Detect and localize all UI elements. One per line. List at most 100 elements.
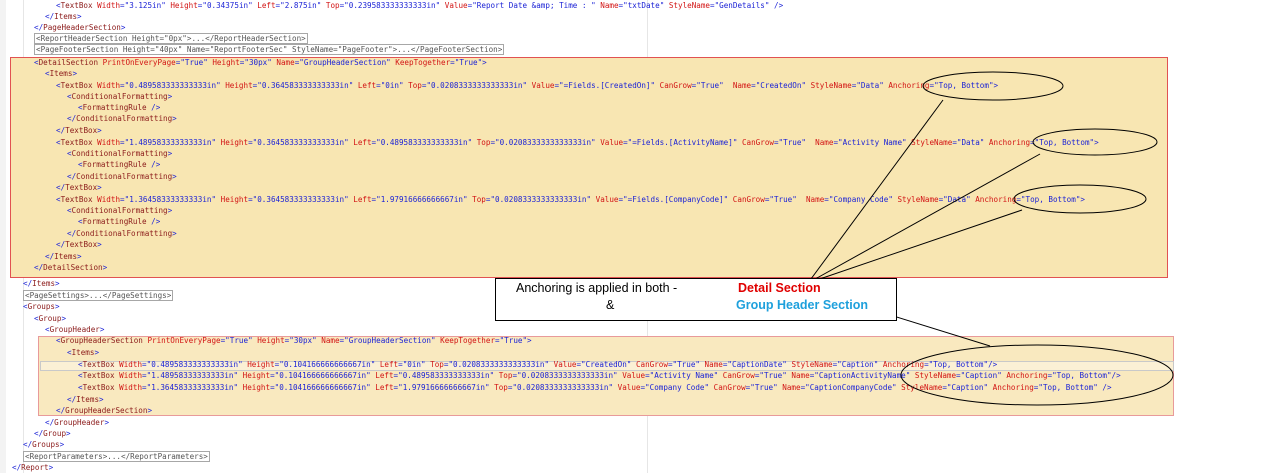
- code-token: 30px: [248, 58, 268, 67]
- code-token: Name: [786, 371, 810, 380]
- collapsed-region[interactable]: <PageSettings>...</PageSettings>: [23, 290, 174, 301]
- code-token: Height: [252, 336, 285, 345]
- editor-gutter: [0, 0, 6, 473]
- collapsed-region[interactable]: <PageFooterSection Height="40px" Name="R…: [34, 44, 505, 55]
- code-token: TextBox: [60, 138, 93, 147]
- code-token: Groups: [27, 302, 56, 311]
- code-token: Report: [21, 463, 49, 472]
- code-line[interactable]: <GroupHeader>: [45, 324, 104, 335]
- code-line[interactable]: </Report>: [12, 462, 53, 473]
- code-line[interactable]: <TextBox Width="1.48958333333333in" Heig…: [56, 137, 1099, 148]
- code-token: TextBox: [65, 126, 98, 135]
- code-token: Caption: [951, 383, 984, 392]
- code-token: ">: [522, 336, 532, 345]
- code-line[interactable]: <ConditionalFormatting>: [67, 205, 172, 216]
- code-token: =": [832, 360, 842, 369]
- code-line[interactable]: <FormattingRule />: [78, 216, 160, 227]
- code-token: 0.489583333333333in: [380, 138, 468, 147]
- code-token: StyleName: [896, 383, 943, 392]
- code-token: >: [172, 229, 177, 238]
- code-token: >: [104, 418, 110, 427]
- code-token: True: [763, 371, 783, 380]
- code-line[interactable]: <ConditionalFormatting>: [67, 148, 172, 159]
- code-token: PrintOnEveryPage: [98, 58, 176, 67]
- code-token: "/>: [1106, 371, 1121, 380]
- code-line[interactable]: <TextBox Width="0.489583333333333in" Hei…: [78, 359, 997, 370]
- code-token: ConditionalFormatting: [71, 92, 168, 101]
- code-line[interactable]: <TextBox Width="1.36458333333333in" Heig…: [56, 194, 1085, 205]
- code-line[interactable]: <FormattingRule />: [78, 159, 160, 170]
- code-line[interactable]: </TextBox>: [56, 239, 102, 250]
- code-line[interactable]: <ConditionalFormatting>: [67, 91, 172, 102]
- code-token: CanGrow: [709, 383, 746, 392]
- code-line[interactable]: <ReportHeaderSection Height="0px">...</R…: [34, 33, 308, 44]
- code-token: Width: [92, 1, 121, 10]
- code-token: =": [667, 360, 678, 369]
- code-line[interactable]: </Group>: [34, 428, 71, 439]
- code-line[interactable]: <PageSettings>...</PageSettings>: [23, 290, 174, 301]
- code-line[interactable]: </TextBox>: [56, 182, 102, 193]
- code-line[interactable]: </GroupHeaderSection>: [56, 405, 152, 416]
- code-token: Top, Bottom: [938, 81, 989, 90]
- code-line[interactable]: <PageFooterSection Height="40px" Name="R…: [34, 44, 505, 55]
- code-token: >: [167, 206, 173, 215]
- code-line[interactable]: </GroupHeader>: [45, 417, 109, 428]
- code-token: Data: [947, 195, 967, 204]
- code-token: 0in: [407, 360, 421, 369]
- code-token: Width: [114, 383, 143, 392]
- code-token: =": [371, 138, 381, 147]
- code-token: Height: [216, 138, 249, 147]
- code-line[interactable]: <TextBox Width="3.125in" Height="0.34375…: [56, 0, 783, 11]
- code-token: Anchoring: [988, 383, 1034, 392]
- code-line[interactable]: <Items>: [67, 347, 99, 358]
- code-token: </: [34, 429, 44, 438]
- code-line[interactable]: <FormattingRule />: [78, 102, 160, 113]
- code-token: =": [248, 138, 258, 147]
- collapsed-region[interactable]: <ReportParameters>...</ReportParameters>: [23, 451, 210, 462]
- code-line[interactable]: </ConditionalFormatting>: [67, 228, 177, 239]
- code-token: Items: [71, 348, 95, 357]
- collapsed-region[interactable]: <ReportHeaderSection Height="0px">...</R…: [34, 33, 308, 44]
- code-token: Top: [472, 138, 491, 147]
- code-line[interactable]: <Group>: [34, 313, 66, 324]
- code-token: </: [45, 418, 55, 427]
- code-token: >: [97, 240, 102, 249]
- code-token: =": [554, 81, 564, 90]
- code-token: =": [284, 336, 294, 345]
- code-line[interactable]: </DetailSection>: [34, 262, 107, 273]
- code-token: =": [294, 58, 304, 67]
- code-token: =": [393, 371, 403, 380]
- code-token: =": [512, 371, 522, 380]
- code-line[interactable]: <TextBox Width="1.48958333333333in" Heig…: [78, 370, 1121, 381]
- code-line[interactable]: <Items>: [45, 68, 77, 79]
- code-line[interactable]: <GroupHeaderSection PrintOnEveryPage="Tr…: [56, 335, 532, 346]
- code-token: </: [56, 240, 66, 249]
- code-line[interactable]: <TextBox Width="1.36458333333333in" Heig…: [78, 382, 1112, 393]
- code-token: GroupHeaderSection: [303, 58, 387, 67]
- code-line[interactable]: </TextBox>: [56, 125, 102, 136]
- code-token: =": [924, 360, 934, 369]
- code-token: >: [55, 279, 60, 288]
- code-token: =": [576, 360, 586, 369]
- code-line[interactable]: </ConditionalFormatting>: [67, 171, 177, 182]
- code-line[interactable]: </Items>: [45, 11, 82, 22]
- code-line[interactable]: </Groups>: [23, 439, 64, 450]
- code-token: Items: [49, 69, 73, 78]
- code-line[interactable]: </ConditionalFormatting>: [67, 113, 177, 124]
- code-line[interactable]: </Items>: [45, 251, 82, 262]
- code-token: StyleName: [910, 371, 957, 380]
- code-line[interactable]: </Items>: [67, 394, 104, 405]
- code-token: Name: [777, 383, 801, 392]
- code-line[interactable]: <DetailSection PrintOnEveryPage="True" H…: [34, 57, 487, 68]
- code-token: 0.239583333333333in: [348, 1, 436, 10]
- code-token: KeepTogether: [390, 58, 451, 67]
- code-line[interactable]: <TextBox Width="0.489583333333333in" Hei…: [56, 80, 998, 91]
- code-token: StyleName: [806, 81, 852, 90]
- code-token: >: [77, 252, 82, 261]
- code-token: Anchoring: [970, 195, 1017, 204]
- code-line[interactable]: <Groups>: [23, 301, 60, 312]
- code-line[interactable]: </Items>: [23, 278, 60, 289]
- code-token: FormattingRule: [82, 217, 147, 226]
- code-line[interactable]: </PageHeaderSection>: [34, 22, 125, 33]
- code-line[interactable]: <ReportParameters>...</ReportParameters>: [23, 451, 210, 462]
